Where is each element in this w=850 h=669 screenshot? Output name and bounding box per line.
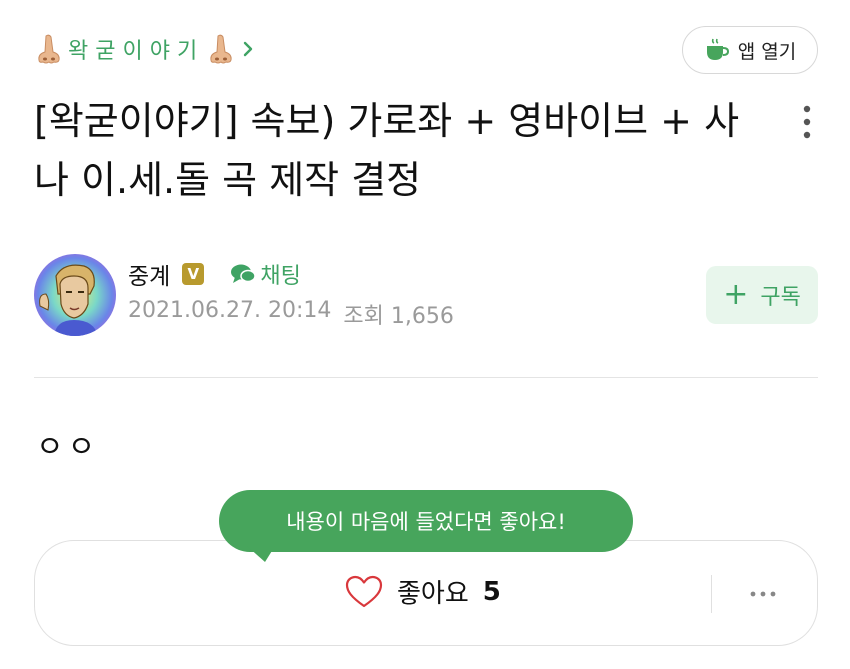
post-meta: 2021.06.27. 20:14 조회 1,656	[128, 298, 454, 330]
separator	[711, 575, 712, 613]
nose-icon	[38, 34, 60, 64]
open-app-button[interactable]: 앱 열기	[682, 26, 818, 74]
like-label: 좋아요	[397, 579, 469, 609]
member-level-badge: V	[182, 263, 205, 285]
divider	[34, 377, 818, 378]
author-name[interactable]: 중계	[128, 257, 170, 291]
view-count: 조회 1,656	[343, 304, 454, 329]
chat-button[interactable]: 채팅	[230, 258, 301, 290]
coffee-cup-icon	[706, 38, 729, 60]
like-count: 5	[482, 576, 501, 607]
chevron-right-icon[interactable]	[242, 40, 254, 58]
plus-icon: +	[723, 277, 749, 312]
like-prompt-tooltip: 내용이 마음에 들었다면 좋아요!	[219, 490, 633, 552]
chat-label: 채팅	[260, 264, 301, 289]
heart-icon	[345, 575, 383, 607]
post-body: ㅇㅇ	[36, 430, 100, 465]
more-horizontal-icon[interactable]	[749, 581, 777, 607]
cafe-name[interactable]: 왁굳이야기	[68, 33, 204, 65]
more-vertical-icon[interactable]	[802, 104, 812, 140]
cafe-name-link[interactable]: 왁굳이야기	[36, 32, 254, 66]
nose-icon	[210, 34, 232, 64]
like-button[interactable]: 좋아요 5	[345, 573, 501, 610]
subscribe-button[interactable]: + 구독	[706, 266, 818, 324]
tooltip-text: 내용이 마음에 들었다면 좋아요!	[286, 510, 566, 534]
author-row: 중계 V 채팅	[128, 257, 301, 291]
chat-bubbles-icon	[231, 264, 257, 283]
author-avatar[interactable]	[34, 254, 116, 336]
reaction-bar: 좋아요 5	[34, 540, 818, 646]
post-title: [왁굳이야기] 속보) 가로좌 + 영바이브 + 사나 이.세.돌 곡 제작 결…	[34, 99, 740, 202]
tooltip-tail	[247, 546, 275, 562]
post-date: 2021.06.27. 20:14	[128, 298, 332, 323]
subscribe-label: 구독	[760, 285, 801, 310]
open-app-label: 앱 열기	[737, 40, 797, 63]
